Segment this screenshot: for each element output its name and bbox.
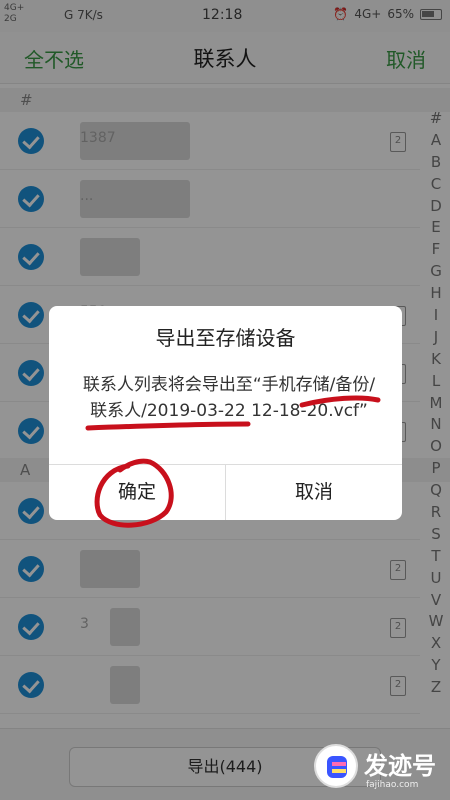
dialog-message: 联系人列表将会导出至“手机存储/备份/联系人/2019-03-22 12-18-… [82, 375, 376, 421]
watermark-site: fajihao.com [366, 780, 419, 790]
brand-logo-icon [314, 744, 358, 788]
dialog-title: 导出至存储设备 [155, 326, 296, 350]
dialog-cancel-button[interactable]: 取消 [226, 465, 402, 520]
export-dialog: 导出至存储设备 联系人列表将会导出至“手机存储/备份/联系人/2019-03-2… [49, 306, 402, 520]
watermark: 发迹号 fajihao.com [312, 738, 444, 796]
confirm-button[interactable]: 确定 [49, 465, 225, 520]
watermark-brand: 发迹号 [364, 752, 436, 780]
